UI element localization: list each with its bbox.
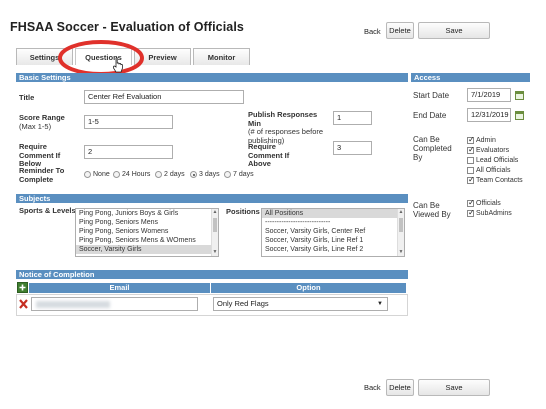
chevron-down-icon: ▼	[377, 301, 383, 307]
officials-checkbox[interactable]	[467, 198, 475, 207]
reminder-label: Reminder To Complete	[19, 166, 65, 184]
positions-list[interactable]: All Positions --------------------------…	[261, 208, 405, 257]
sports-levels-label: Sports & Levels	[19, 206, 76, 215]
reminder-3d-label: 3 days	[199, 171, 220, 178]
page-title: FHSAA Soccer - Evaluation of Officials	[10, 20, 244, 34]
all-officials-label: All Officials	[476, 167, 511, 174]
completed-by-label: Can Be Completed By	[413, 135, 452, 162]
list-item[interactable]: All Positions	[262, 209, 404, 218]
start-date-input[interactable]: 7/1/2019	[467, 88, 511, 102]
list-item[interactable]: Soccer, Varsity Girls, Center Ref	[262, 227, 404, 236]
team-contacts-checkbox[interactable]	[467, 175, 475, 184]
end-date-label: End Date	[413, 111, 447, 120]
require-below-label: Require Comment If Below	[19, 142, 61, 168]
title-label: Title	[19, 93, 35, 102]
scrollbar[interactable]: ▲ ▼	[211, 209, 218, 256]
team-contacts-label: Team Contacts	[476, 177, 523, 184]
list-item[interactable]: Soccer, Varsity Girls, Line Ref 2	[262, 245, 404, 254]
footer-save-button[interactable]: Save	[418, 379, 490, 396]
evaluators-label: Evaluators	[476, 147, 510, 154]
add-icon[interactable]	[17, 282, 28, 293]
end-date-input[interactable]: 12/31/2019	[467, 108, 511, 122]
delete-button[interactable]: Delete	[386, 22, 414, 39]
list-item[interactable]: Soccer, Varsity Girls, Line Ref 1	[262, 236, 404, 245]
footer-delete-button[interactable]: Delete	[386, 379, 414, 396]
reminder-24h-radio[interactable]	[113, 171, 120, 178]
evaluators-checkbox[interactable]	[467, 145, 475, 154]
score-range-input[interactable]: 1-5	[84, 115, 173, 129]
publish-min-input[interactable]: 1	[333, 111, 372, 125]
reminder-none-radio[interactable]	[84, 171, 91, 178]
highlight-circle	[58, 40, 144, 76]
start-date-label: Start Date	[413, 91, 450, 100]
email-column-header: Email	[29, 283, 210, 293]
subadmins-checkbox[interactable]	[467, 208, 475, 217]
positions-label: Positions	[226, 207, 260, 216]
require-above-input[interactable]: 3	[333, 141, 372, 155]
delete-x-icon[interactable]	[19, 299, 28, 309]
list-item[interactable]: Ping Pong, Seniors Mens	[76, 218, 218, 227]
reminder-2d-radio[interactable]	[155, 171, 162, 178]
back-link[interactable]: Back	[364, 27, 381, 36]
publish-min-label: Publish Responses Min (# of responses be…	[248, 110, 324, 145]
require-below-input[interactable]: 2	[84, 145, 173, 159]
calendar-icon[interactable]	[515, 111, 524, 120]
admin-label: Admin	[476, 137, 496, 144]
reminder-24h-label: 24 Hours	[122, 171, 151, 178]
list-item[interactable]: Ping Pong, Seniors Mens & WOmens	[76, 236, 218, 245]
option-column-header: Option	[211, 283, 406, 293]
lead-officials-checkbox[interactable]	[467, 157, 474, 164]
officials-label: Officials	[476, 200, 501, 207]
sports-levels-list[interactable]: Ping Pong, Juniors Boys & Girls Ping Pon…	[75, 208, 219, 257]
score-range-label: Score Range (Max 1-5)	[19, 113, 65, 131]
email-input[interactable]	[31, 297, 198, 311]
reminder-7d-label: 7 days	[233, 171, 254, 178]
list-item[interactable]: Soccer, Varsity Girls	[76, 245, 218, 254]
scrollbar[interactable]: ▲ ▼	[397, 209, 404, 256]
reminder-7d-radio[interactable]	[224, 171, 231, 178]
list-item[interactable]: Ping Pong, Seniors Womens	[76, 227, 218, 236]
notice-header: Notice of Completion	[16, 270, 408, 279]
reminder-2d-label: 2 days	[164, 171, 185, 178]
subadmins-label: SubAdmins	[476, 210, 512, 217]
footer-back-link[interactable]: Back	[364, 383, 381, 392]
title-input[interactable]: Center Ref Evaluation	[84, 90, 244, 104]
subjects-header: Subjects	[16, 194, 408, 203]
require-above-label: Require Comment If Above	[248, 142, 290, 168]
admin-checkbox[interactable]	[467, 135, 475, 144]
viewed-by-label: Can Be Viewed By	[413, 201, 451, 219]
save-button[interactable]: Save	[418, 22, 490, 39]
calendar-icon[interactable]	[515, 91, 524, 100]
access-header: Access	[411, 73, 530, 82]
blurred-email	[36, 301, 110, 308]
list-item[interactable]: Ping Pong, Juniors Boys & Girls	[76, 209, 218, 218]
list-item: ----------------------------	[265, 219, 331, 226]
option-select[interactable]: Only Red Flags ▼	[213, 297, 388, 311]
reminder-none-label: None	[93, 171, 110, 178]
basic-settings-header: Basic Settings	[16, 73, 408, 82]
tab-monitor[interactable]: Monitor	[193, 48, 250, 65]
all-officials-checkbox[interactable]	[467, 167, 474, 174]
reminder-3d-radio[interactable]	[190, 171, 197, 178]
lead-officials-label: Lead Officials	[476, 157, 519, 164]
